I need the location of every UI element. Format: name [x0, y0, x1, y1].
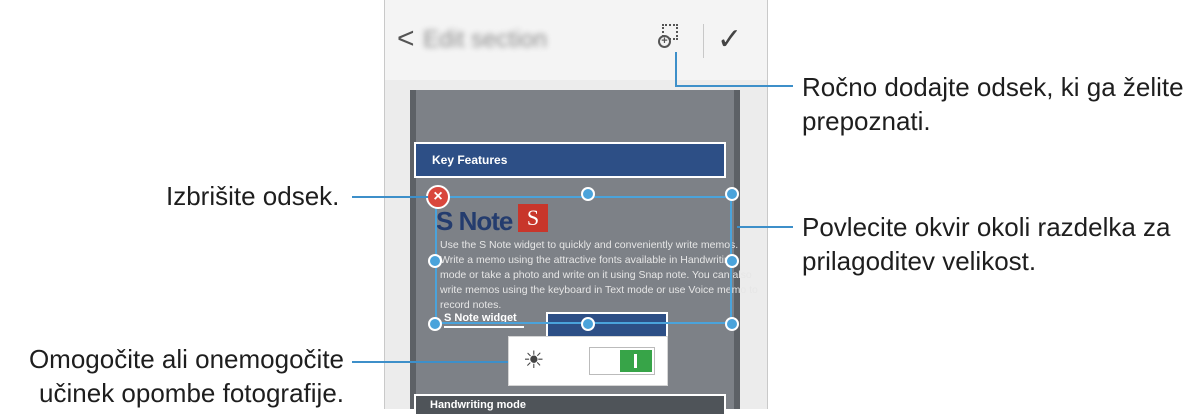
callout-resize: Povlecite okvir okoli razdelka za prilag…: [802, 212, 1171, 276]
screen-title: Edit section: [423, 26, 548, 53]
callout-line-photo: [352, 361, 508, 363]
magic-wand-icon: ☀: [523, 347, 545, 374]
back-button[interactable]: <: [397, 22, 415, 56]
resize-handle-top[interactable]: [581, 187, 595, 201]
app-bar: < Edit section ✓: [385, 0, 767, 80]
section-key-features[interactable]: Key Features: [414, 142, 726, 178]
confirm-button[interactable]: ✓: [717, 22, 742, 57]
app-bar-divider: [703, 24, 704, 58]
section-handwriting[interactable]: Handwriting mode: [414, 394, 726, 416]
selected-section-frame[interactable]: [435, 196, 732, 324]
callout-line-add-h: [675, 85, 793, 87]
callout-line-delete: [352, 196, 428, 198]
resize-handle-right[interactable]: [725, 254, 739, 268]
callout-delete-section: Izbrišite odsek.: [166, 181, 340, 211]
resize-handle-top-right[interactable]: [725, 187, 739, 201]
add-section-icon[interactable]: +: [658, 24, 680, 48]
plus-icon: +: [658, 35, 671, 48]
callout-add-section: Ročno dodajte odsek, ki ga želite prepoz…: [802, 72, 1184, 136]
resize-handle-bottom-right[interactable]: [725, 317, 739, 331]
resize-handle-left[interactable]: [428, 254, 442, 268]
callout-line-add-v: [675, 52, 677, 86]
callout-line-resize: [737, 226, 793, 228]
heading-underline: [444, 326, 524, 328]
resize-handle-bottom-left[interactable]: [428, 317, 442, 331]
key-features-label: Key Features: [432, 153, 508, 167]
photo-effect-toggle[interactable]: [589, 347, 655, 375]
photo-effect-panel: ☀: [508, 336, 668, 386]
delete-section-button[interactable]: ×: [426, 185, 450, 209]
resize-handle-bottom[interactable]: [581, 317, 595, 331]
callout-photo-effect: Omogočite ali onemogočite učinek opombe …: [28, 344, 344, 408]
toggle-on-indicator: [620, 350, 652, 372]
